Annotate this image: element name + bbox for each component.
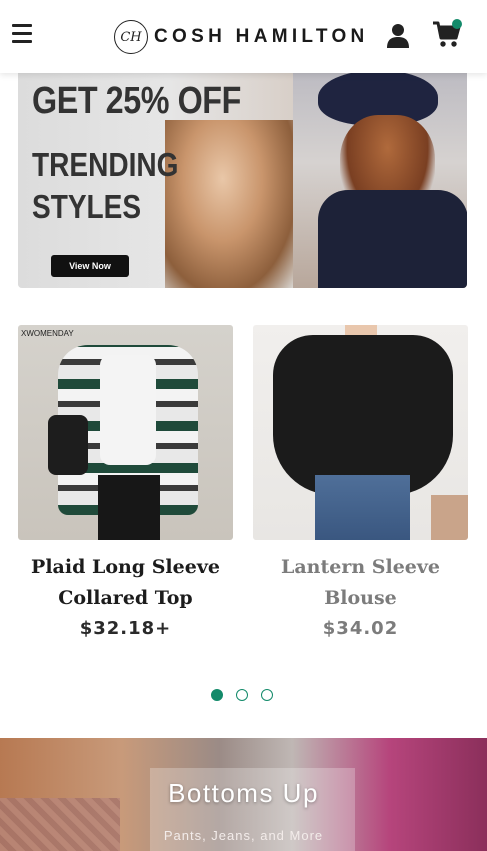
product-card[interactable]: XWOMENDAY Plaid Long Sleeve Collared Top…	[18, 325, 233, 639]
brand-name: COSH HAMILTON	[154, 26, 369, 47]
product-image[interactable]: XWOMENDAY	[18, 325, 233, 540]
brand-monogram: CH	[114, 20, 148, 54]
product-card[interactable]: Lantern Sleeve Blouse $34.02	[253, 325, 468, 639]
cart-indicator-dot	[452, 19, 462, 29]
carousel-pagination	[211, 689, 273, 701]
carousel-dot-3[interactable]	[261, 689, 273, 701]
promo-banner[interactable]: GET 25% OFF TRENDING STYLES View Now	[18, 60, 467, 288]
product-title[interactable]: Lantern Sleeve Blouse	[253, 552, 468, 614]
menu-icon[interactable]	[10, 24, 34, 46]
carousel-dot-2[interactable]	[236, 689, 248, 701]
collection-subtitle: Pants, Jeans, and More	[163, 828, 324, 843]
brand-logo[interactable]: CH COSH HAMILTON	[114, 20, 369, 54]
site-header: CH COSH HAMILTON	[0, 0, 487, 73]
view-now-button[interactable]: View Now	[51, 255, 129, 277]
banner-headline: GET 25% OFF	[32, 80, 241, 122]
product-price: $32.18+	[79, 618, 172, 639]
image-watermark: XWOMENDAY	[21, 329, 74, 338]
collection-title: Bottoms Up	[168, 778, 319, 808]
product-image[interactable]	[253, 325, 468, 540]
user-icon[interactable]	[386, 23, 410, 49]
product-title[interactable]: Plaid Long Sleeve Collared Top	[18, 552, 233, 614]
product-price: $34.02	[322, 618, 399, 639]
carousel-dot-1[interactable]	[211, 689, 223, 701]
banner-subheadline: TRENDING STYLES	[32, 146, 179, 225]
banner-model-image	[165, 120, 293, 288]
banner-outfit-image	[318, 190, 467, 288]
